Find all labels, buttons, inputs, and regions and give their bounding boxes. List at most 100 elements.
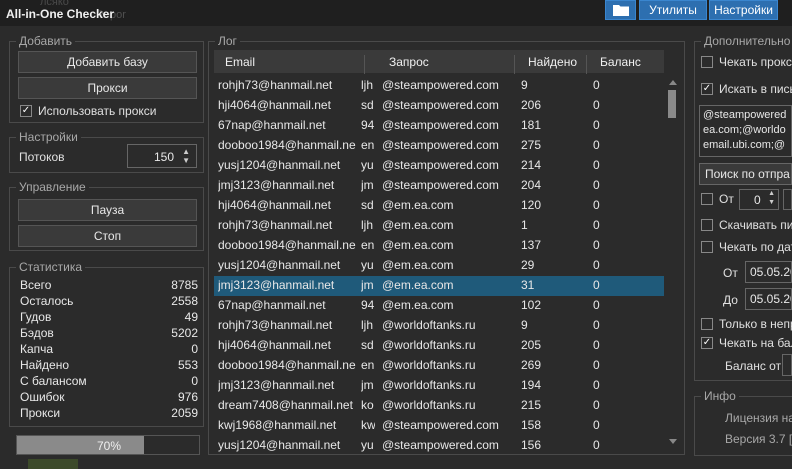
cell-request: @worldoftanks.ru <box>382 378 476 392</box>
check-by-date-box-icon <box>701 241 713 253</box>
log-table-body[interactable]: rohjh73@hanmail.net ljh @steampowered.com 9… <box>214 76 664 456</box>
search-in-mail-checkbox[interactable]: ✓ Искать в письм <box>701 82 792 96</box>
table-row[interactable]: hji4064@hanmail.net sd @worldoftanks.ru 205… <box>214 336 664 356</box>
stat-label: С балансом <box>20 374 87 388</box>
table-row[interactable]: dooboo1984@hanmail.ne en @worldoftanks.ru 2… <box>214 356 664 376</box>
add-base-button[interactable]: Добавить базу <box>18 51 197 73</box>
cell-pfx: ko <box>361 398 374 412</box>
cell-request: @em.ea.com <box>382 258 454 272</box>
cell-balance: 0 <box>593 378 600 392</box>
progress-label: 70% <box>97 439 122 453</box>
table-row[interactable]: jmj3123@hanmail.net jm @steampowered.com 20… <box>214 176 664 196</box>
cell-pfx: en <box>361 138 375 152</box>
table-row[interactable]: dream7408@hanmail.net ko @worldoftanks.ru 2… <box>214 396 664 416</box>
log-scrollbar[interactable] <box>666 76 678 450</box>
from-spin-up-icon[interactable]: ▲ <box>768 190 775 197</box>
cell-balance: 0 <box>593 118 600 132</box>
table-row[interactable]: 67nap@hanmail.net 94 @steampowered.com 181 0 <box>214 116 664 136</box>
date-from-label: От <box>723 266 738 280</box>
check-by-date-label: Чекать по дат <box>719 240 792 254</box>
table-row[interactable]: hji4064@hanmail.net sd @steampowered.com 20… <box>214 96 664 116</box>
pause-button[interactable]: Пауза <box>18 199 197 221</box>
from-spin-down-icon[interactable]: ▼ <box>768 199 775 206</box>
table-row[interactable]: jmj3123@hanmail.net jm @worldoftanks.ru 194… <box>214 376 664 396</box>
table-row[interactable]: rohjh73@hanmail.net ljh @em.ea.com 1 0 <box>214 216 664 236</box>
cell-pfx: jm <box>361 378 374 392</box>
column-email[interactable]: Email <box>225 55 255 69</box>
search-line: ea.com;@worldo <box>703 124 786 136</box>
balance-from-field[interactable] <box>782 354 792 376</box>
cell-pfx: yu <box>361 438 374 452</box>
table-row[interactable]: dooboo1984@hanmail.ne en @steampowered.com… <box>214 136 664 156</box>
table-row[interactable]: rohjh73@hanmail.net ljh @steampowered.com 9… <box>214 76 664 96</box>
cell-pfx: kw <box>361 418 375 432</box>
spin-down-icon[interactable]: ▼ <box>182 156 190 165</box>
search-by-sender-dropdown[interactable]: Поиск по отпра <box>699 163 792 185</box>
utilities-button[interactable]: Утилиты <box>639 0 707 20</box>
check-balance-checkbox[interactable]: ✓ Чекать на бал <box>701 336 792 350</box>
table-row[interactable]: rohjh73@hanmail.net ljh @worldoftanks.ru 9 0 <box>214 316 664 336</box>
spin-up-icon[interactable]: ▲ <box>182 147 190 156</box>
stat-label: Бэдов <box>20 326 54 340</box>
cell-request: @worldoftanks.ru <box>382 398 476 412</box>
column-balance[interactable]: Баланс <box>600 55 641 69</box>
check-by-date-checkbox[interactable]: Чекать по дат <box>701 240 792 254</box>
download-box-icon <box>701 219 713 231</box>
cell-balance: 0 <box>593 98 600 112</box>
table-row[interactable]: jmj3123@hanmail.net jm @em.ea.com 31 0 <box>214 276 664 296</box>
table-row[interactable]: hji4064@hanmail.net sd @em.ea.com 120 0 <box>214 196 664 216</box>
settings-button[interactable]: Настройки <box>709 0 778 20</box>
cell-request: @em.ea.com <box>382 218 454 232</box>
table-row[interactable]: yusj1204@hanmail.net yu @steampowered.com 2… <box>214 156 664 176</box>
stop-button[interactable]: Стоп <box>18 225 197 247</box>
cell-balance: 0 <box>593 398 600 412</box>
only-unread-checkbox[interactable]: Только в непр <box>701 317 792 331</box>
proxy-button[interactable]: Прокси <box>18 77 197 99</box>
cell-email: 67nap@hanmail.net <box>218 118 326 132</box>
cell-balance: 0 <box>593 318 600 332</box>
download-checkbox[interactable]: Скачивать пи <box>701 218 792 232</box>
to-spinbox-clipped[interactable] <box>783 189 792 210</box>
cell-email: 67nap@hanmail.net <box>218 298 326 312</box>
scroll-thumb[interactable] <box>668 90 676 118</box>
from-checkbox[interactable]: От <box>701 192 734 206</box>
check-proxy-checkbox[interactable]: Чекать прокс <box>701 55 792 69</box>
check-proxy-box-icon <box>701 56 713 68</box>
table-row[interactable]: 67nap@hanmail.net 94 @em.ea.com 102 0 <box>214 296 664 316</box>
table-row[interactable]: kwj1968@hanmail.net kw @steampowered.com 15… <box>214 416 664 436</box>
cell-request: @em.ea.com <box>382 198 454 212</box>
date-to-field[interactable]: 05.05.20 <box>745 288 792 310</box>
only-unread-label: Только в непр <box>719 317 792 331</box>
cell-pfx: ljh <box>361 218 374 232</box>
cell-found: 9 <box>521 78 528 92</box>
cell-pfx: ljh <box>361 78 374 92</box>
stat-label: Ошибок <box>20 390 65 404</box>
cell-request: @steampowered.com <box>382 78 499 92</box>
cell-balance: 0 <box>593 238 600 252</box>
cell-found: 194 <box>521 378 542 392</box>
stat-row: С балансом 0 <box>20 374 198 390</box>
cell-request: @em.ea.com <box>382 278 454 292</box>
table-row[interactable]: yusj1204@hanmail.net yu @steampowered.com 1… <box>214 436 664 456</box>
search-domains-textarea[interactable]: @steampowered ea.com;@worldo email.ubi.c… <box>699 105 792 157</box>
control-group-title: Управление <box>16 180 89 194</box>
from-spinbox[interactable]: 0 ▲ ▼ <box>739 189 779 210</box>
column-request[interactable]: Запрос <box>389 55 429 69</box>
threads-value: 150 <box>153 150 174 164</box>
use-proxy-checkbox[interactable]: ✓ Использовать прокси <box>20 104 157 118</box>
scroll-up-icon[interactable] <box>669 80 677 85</box>
table-row[interactable]: yusj1204@hanmail.net yu @em.ea.com 29 0 <box>214 256 664 276</box>
open-folder-button[interactable] <box>605 0 636 20</box>
table-row[interactable]: dooboo1984@hanmail.ne en @em.ea.com 137 0 <box>214 236 664 256</box>
stat-row: Найдено 553 <box>20 358 198 374</box>
window-title: All-in-One Checker <box>6 7 115 21</box>
scroll-down-icon[interactable] <box>669 439 677 444</box>
cell-email: dooboo1984@hanmail.ne <box>218 138 356 152</box>
stat-value: 2558 <box>171 294 198 308</box>
settings-group-title: Настройки <box>16 130 81 144</box>
threads-spinbox[interactable]: 150 ▲ ▼ <box>127 144 197 168</box>
stat-value: 2059 <box>171 406 198 420</box>
date-from-field[interactable]: 05.05.20 <box>745 261 792 283</box>
column-found[interactable]: Найдено <box>528 55 577 69</box>
license-label: Лицензия на <box>725 411 792 425</box>
